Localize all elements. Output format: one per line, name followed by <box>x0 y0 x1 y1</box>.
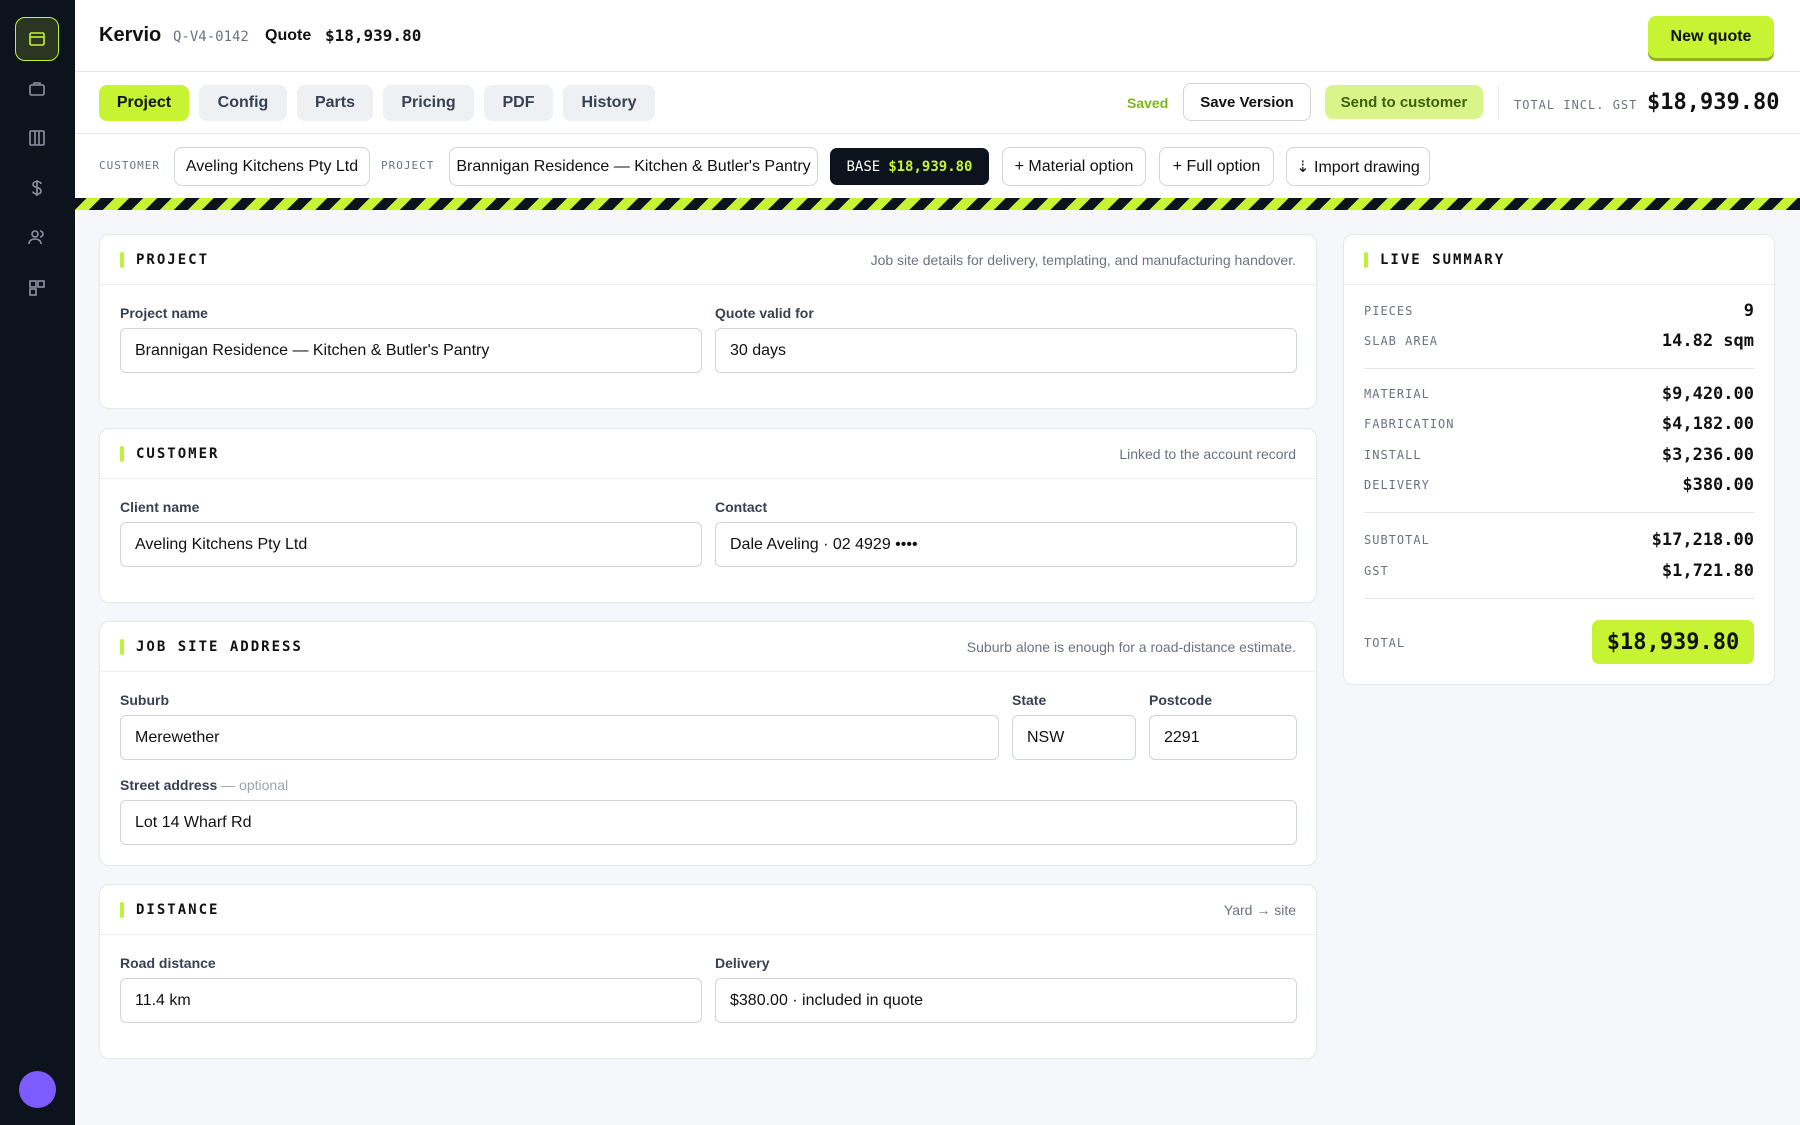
context-bar: CUSTOMER Aveling Kitchens Pty Ltd PROJEC… <box>75 134 1800 198</box>
card-header: CUSTOMER Linked to the account record <box>100 429 1316 479</box>
header: Kervio Q-V4-0142 Quote $18,939.80 New qu… <box>75 0 1800 72</box>
state-label: State <box>1012 692 1047 708</box>
tab-pricing[interactable]: Pricing <box>383 85 474 121</box>
base-option-chip[interactable]: BASE $18,939.80 <box>830 148 989 185</box>
state-input[interactable] <box>1012 715 1136 760</box>
total-incl-gst-value: $18,939.80 <box>1647 90 1780 115</box>
project-chip[interactable]: Brannigan Residence — Kitchen & Butler's… <box>449 147 818 186</box>
customer-chip[interactable]: Aveling Kitchens Pty Ltd <box>174 147 370 186</box>
widgets-icon[interactable] <box>15 265 59 309</box>
project-chip-label: PROJECT <box>381 159 435 172</box>
base-label: BASE <box>846 158 881 175</box>
summary-row-delivery: DELIVERY $380.00 <box>1364 475 1754 495</box>
road-distance-label: Road distance <box>120 955 216 971</box>
card-title: LIVE SUMMARY <box>1380 252 1506 268</box>
card-header: PROJECT Job site details for delivery, t… <box>100 235 1316 285</box>
total-incl-gst-label: TOTAL INCL. GST <box>1514 98 1638 112</box>
brand-name: Kervio <box>99 24 162 46</box>
quote-valid-input[interactable] <box>715 328 1297 373</box>
add-full-option-button[interactable]: + Full option <box>1159 147 1274 186</box>
users-icon[interactable] <box>15 215 59 259</box>
customer-card: CUSTOMER Linked to the account record Cl… <box>99 428 1317 603</box>
sidebar <box>0 0 75 1125</box>
card-note: Suburb alone is enough for a road-distan… <box>966 639 1296 655</box>
card-title: JOB SITE ADDRESS <box>136 639 303 655</box>
contact-label: Contact <box>715 499 768 515</box>
street-address-label: Street address — optional <box>120 777 289 793</box>
card-note: Yard → site <box>1223 902 1296 918</box>
card-title: DISTANCE <box>136 902 220 918</box>
tab-project[interactable]: Project <box>99 85 189 121</box>
save-version-button[interactable]: Save Version <box>1183 83 1311 121</box>
contact-input[interactable] <box>715 522 1297 567</box>
project-name-input[interactable] <box>120 328 702 373</box>
card-header: LIVE SUMMARY <box>1344 235 1774 285</box>
summary-row-pieces: PIECES 9 <box>1364 301 1754 321</box>
street-address-input[interactable] <box>120 800 1297 845</box>
add-material-option-button[interactable]: + Material option <box>1002 147 1146 186</box>
summary-row-fabrication: FABRICATION $4,182.00 <box>1364 414 1754 434</box>
card-note: Linked to the account record <box>1119 446 1296 462</box>
import-drawing-button[interactable]: ⇣ Import drawing <box>1286 147 1430 186</box>
suburb-label: Suburb <box>120 692 169 708</box>
delivery-label: Delivery <box>715 955 770 971</box>
job-site-address-card: JOB SITE ADDRESS Suburb alone is enough … <box>99 621 1317 866</box>
summary-row-slab-area: SLAB AREA 14.82 sqm <box>1364 331 1754 351</box>
suburb-input[interactable] <box>120 715 999 760</box>
postcode-label: Postcode <box>1149 692 1213 708</box>
new-quote-button[interactable]: New quote <box>1648 16 1774 58</box>
road-distance-input[interactable] <box>120 978 702 1023</box>
tab-history[interactable]: History <box>563 85 655 121</box>
project-name-label: Project name <box>120 305 208 321</box>
summary-total-value: $18,939.80 <box>1592 620 1754 664</box>
card-title: PROJECT <box>136 252 210 268</box>
summary-row-subtotal: SUBTOTAL $17,218.00 <box>1364 530 1754 550</box>
live-summary-card: LIVE SUMMARY PIECES 9 SLAB AREA 14.82 sq… <box>1343 234 1775 685</box>
base-amount: $18,939.80 <box>888 158 973 175</box>
card-header: DISTANCE Yard → site <box>100 885 1316 935</box>
project-card: PROJECT Job site details for delivery, t… <box>99 234 1317 409</box>
quote-amount: $18,939.80 <box>325 26 422 45</box>
quotes-icon[interactable] <box>15 17 59 61</box>
avatar[interactable] <box>19 1071 56 1108</box>
postcode-input[interactable] <box>1149 715 1297 760</box>
summary-row-install: INSTALL $3,236.00 <box>1364 445 1754 465</box>
hazard-stripe <box>75 198 1800 210</box>
summary-row-gst: GST $1,721.80 <box>1364 561 1754 581</box>
quote-id: Q-V4-0142 <box>173 29 249 45</box>
optional-hint: — optional <box>221 777 289 793</box>
tab-bar: Project Config Parts Pricing PDF History… <box>75 72 1800 134</box>
quote-label: Quote <box>265 27 312 44</box>
client-name-label: Client name <box>120 499 200 515</box>
divider <box>1498 86 1499 120</box>
send-to-customer-button[interactable]: Send to customer <box>1325 85 1483 119</box>
quote-valid-label: Quote valid for <box>715 305 814 321</box>
customer-chip-label: CUSTOMER <box>99 159 160 172</box>
jobs-icon[interactable] <box>15 67 59 111</box>
distance-card: DISTANCE Yard → site Road distance Deliv… <box>99 884 1317 1059</box>
board-icon[interactable] <box>15 116 59 160</box>
card-header: JOB SITE ADDRESS Suburb alone is enough … <box>100 622 1316 672</box>
saved-status: Saved <box>1127 95 1169 111</box>
card-title: CUSTOMER <box>136 446 220 462</box>
pricing-icon[interactable] <box>15 166 59 210</box>
card-note: Job site details for delivery, templatin… <box>870 252 1296 268</box>
summary-row-material: MATERIAL $9,420.00 <box>1364 384 1754 404</box>
tab-config[interactable]: Config <box>199 85 287 121</box>
tab-pdf[interactable]: PDF <box>484 85 553 121</box>
tab-parts[interactable]: Parts <box>297 85 373 121</box>
client-name-input[interactable] <box>120 522 702 567</box>
delivery-input[interactable] <box>715 978 1297 1023</box>
